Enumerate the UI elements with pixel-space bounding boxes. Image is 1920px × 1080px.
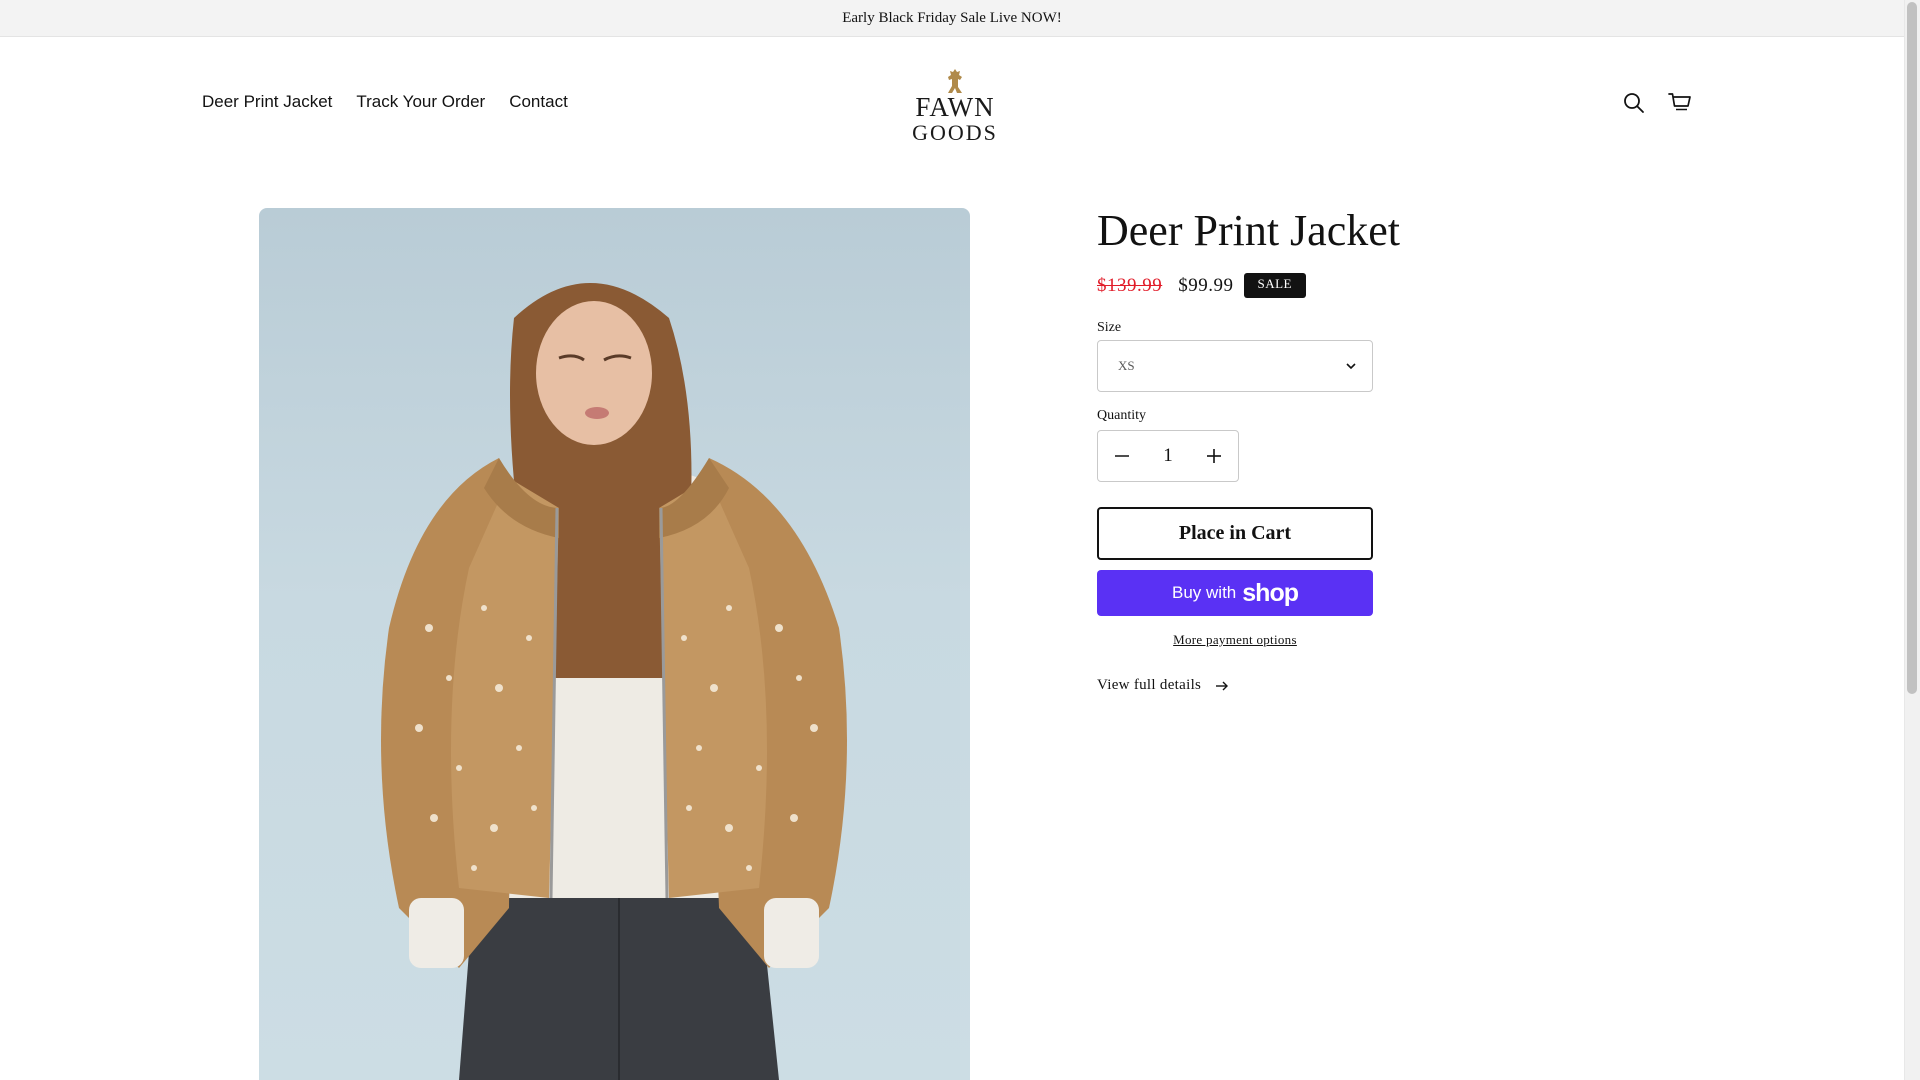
product-image[interactable]	[259, 208, 970, 1080]
announcement-bar: Early Black Friday Sale Live NOW!	[0, 0, 1904, 37]
fawn-logo-icon	[948, 69, 962, 93]
more-payment-options-link[interactable]: More payment options	[1173, 632, 1297, 647]
announcement-text: Early Black Friday Sale Live NOW!	[842, 9, 1062, 26]
main-nav: Deer Print Jacket Track Your Order Conta…	[202, 92, 568, 112]
arrow-right-icon	[1216, 681, 1229, 690]
product-photo-illustration	[381, 283, 847, 1080]
price-row: $139.99 $99.99 SALE	[1097, 273, 1373, 298]
header-icons	[1620, 89, 1694, 117]
quantity-stepper: 1	[1097, 430, 1239, 482]
quantity-label: Quantity	[1097, 408, 1146, 423]
add-to-cart-button[interactable]: Place in Cart	[1097, 507, 1373, 560]
sale-badge: SALE	[1243, 273, 1306, 298]
quantity-decrease-button[interactable]	[1112, 446, 1132, 466]
nav-link-deer-print-jacket[interactable]: Deer Print Jacket	[202, 92, 332, 112]
logo-line-2: GOODS	[912, 120, 998, 145]
product-title: Deer Print Jacket	[1097, 206, 1400, 255]
minus-icon	[1115, 455, 1129, 457]
logo-line-1: FAWN	[915, 92, 995, 122]
add-to-cart-label: Place in Cart	[1178, 522, 1292, 544]
quantity-increase-button[interactable]	[1204, 446, 1224, 466]
buy-with-shop-button[interactable]: Buy with shop	[1097, 570, 1373, 616]
more-payment-options: More payment options	[1097, 631, 1373, 649]
site-header: Deer Print Jacket Track Your Order Conta…	[0, 37, 1904, 172]
store-logo[interactable]: FAWN GOODS	[900, 67, 1010, 147]
view-full-details-link[interactable]: View full details	[1097, 677, 1373, 694]
size-select-value: XS	[1118, 358, 1135, 373]
sale-price: $99.99	[1178, 274, 1234, 296]
quantity-input[interactable]: 1	[1148, 445, 1188, 467]
buy-with-label: Buy with	[1172, 583, 1237, 602]
cart-icon[interactable]	[1666, 89, 1694, 117]
nav-link-contact[interactable]: Contact	[509, 92, 568, 112]
plus-icon	[1207, 449, 1221, 463]
size-label: Size	[1097, 320, 1122, 335]
compare-at-price: $139.99	[1097, 274, 1163, 296]
chevron-down-icon	[1346, 363, 1356, 370]
search-icon[interactable]	[1620, 89, 1648, 117]
size-select[interactable]: XS	[1097, 340, 1373, 392]
shop-pay-logo: shop	[1242, 579, 1299, 607]
view-full-details-label: View full details	[1097, 677, 1202, 693]
page-scrollbar-thumb[interactable]	[1907, 2, 1917, 694]
product-info: Deer Print Jacket $139.99 $99.99 SALE Si…	[1097, 205, 1400, 694]
nav-link-track-order[interactable]: Track Your Order	[356, 92, 485, 112]
